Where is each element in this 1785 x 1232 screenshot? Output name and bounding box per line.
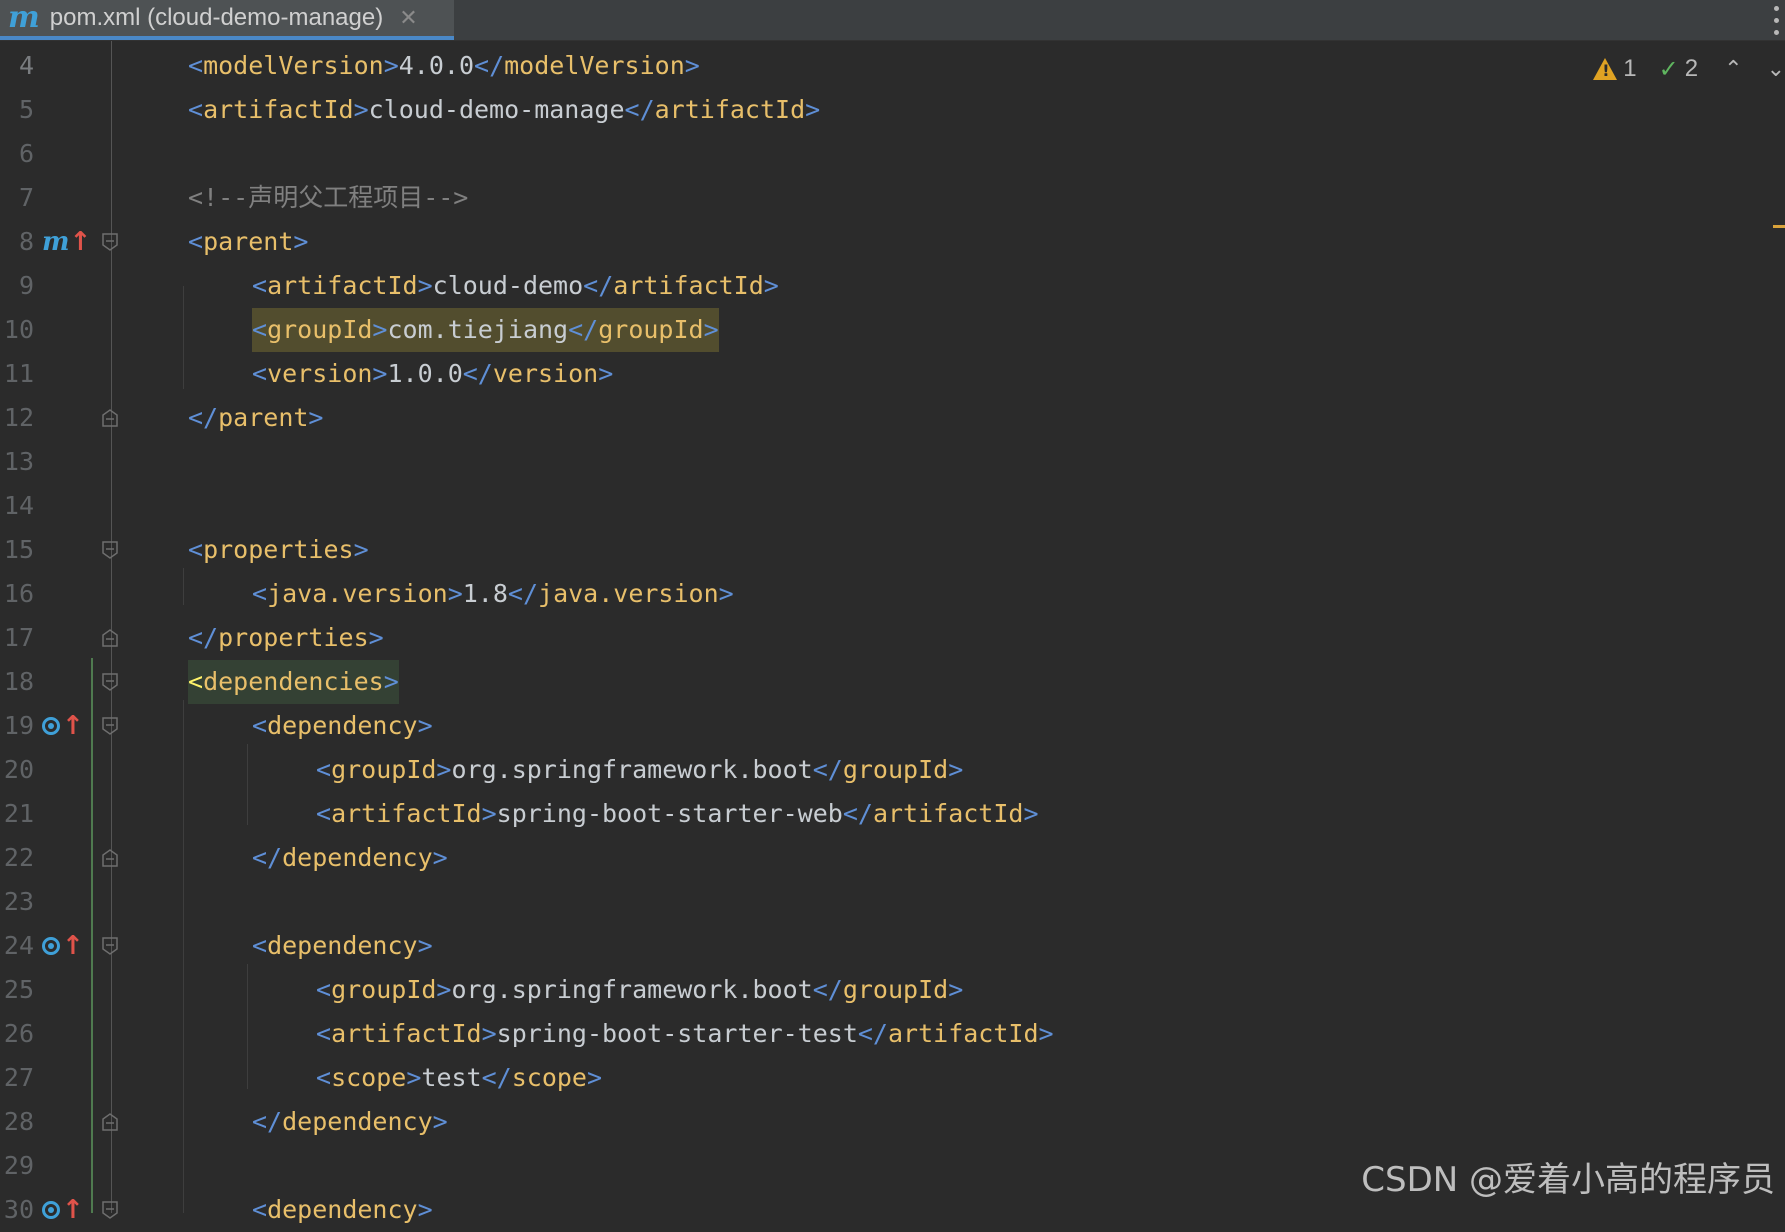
line-number: 8 (18, 227, 34, 256)
tab-pom-xml[interactable]: m pom.xml (cloud-demo-manage) ✕ (0, 0, 454, 40)
line-number: 14 (3, 491, 34, 520)
fold-collapse-icon[interactable] (102, 233, 118, 251)
line-number: 25 (3, 975, 34, 1004)
code-line[interactable]: 17 </properties> (0, 616, 1785, 660)
code-text[interactable]: <parent> (188, 220, 308, 264)
line-number: 26 (3, 1019, 34, 1048)
code-text[interactable]: <dependency> (252, 704, 433, 748)
overridden-dependency-icon[interactable]: ↑ (42, 1188, 84, 1232)
code-line[interactable]: 20 <groupId>org.springframework.boot</gr… (0, 748, 1785, 792)
code-line[interactable]: 8 m ↑ <parent> (0, 220, 1785, 264)
line-number: 4 (18, 51, 34, 80)
code-text[interactable]: <dependency> (252, 1188, 433, 1232)
highlighted-code-text[interactable]: <groupId>com.tiejiang</groupId> (252, 308, 719, 352)
close-icon[interactable]: ✕ (399, 6, 417, 31)
fold-collapse-icon[interactable] (102, 541, 118, 559)
overridden-dependency-icon[interactable]: ↑ (42, 704, 84, 748)
line-number: 5 (18, 95, 34, 124)
fold-collapse-icon[interactable] (102, 717, 118, 735)
fold-collapse-icon[interactable] (102, 937, 118, 955)
fold-end-icon[interactable] (102, 849, 118, 867)
line-number: 10 (3, 315, 34, 344)
code-line[interactable]: 28 </dependency> (0, 1100, 1785, 1144)
line-number: 13 (3, 447, 34, 476)
line-number: 11 (3, 359, 34, 388)
code-line[interactable]: 5 <artifactId>cloud-demo-manage</artifac… (0, 88, 1785, 132)
line-number: 12 (3, 403, 34, 432)
line-number: 15 (3, 535, 34, 564)
code-line[interactable]: 24 ↑ <dependency> (0, 924, 1785, 968)
line-number: 28 (3, 1107, 34, 1136)
code-line[interactable]: 23 (0, 880, 1785, 924)
fold-collapse-icon[interactable] (102, 673, 118, 691)
code-line[interactable]: 10 <groupId>com.tiejiang</groupId> (0, 308, 1785, 352)
line-number: 20 (3, 755, 34, 784)
code-line[interactable]: 22 </dependency> (0, 836, 1785, 880)
line-number: 22 (3, 843, 34, 872)
code-text[interactable]: <groupId>org.springframework.boot</group… (316, 968, 963, 1012)
code-line[interactable]: 21 <artifactId>spring-boot-starter-web</… (0, 792, 1785, 836)
navigate-parent-pom-icon[interactable]: m ↑ (42, 220, 91, 264)
code-text[interactable]: </dependency> (252, 1100, 448, 1144)
xml-comment[interactable]: <!--声明父工程项目--> (188, 176, 468, 220)
line-number: 19 (3, 711, 34, 740)
code-line[interactable]: 14 (0, 484, 1785, 528)
line-number: 16 (3, 579, 34, 608)
code-line[interactable]: 4 <modelVersion>4.0.0</modelVersion> (0, 44, 1785, 88)
code-text[interactable]: <artifactId>spring-boot-starter-web</art… (316, 792, 1039, 836)
line-number: 29 (3, 1151, 34, 1180)
code-text[interactable]: <artifactId>spring-boot-starter-test</ar… (316, 1012, 1054, 1056)
line-number: 27 (3, 1063, 34, 1092)
line-number: 6 (18, 139, 34, 168)
overridden-dependency-icon[interactable]: ↑ (42, 924, 84, 968)
code-text[interactable]: <java.version>1.8</java.version> (252, 572, 734, 616)
editor-tab-bar: m pom.xml (cloud-demo-manage) ✕ (0, 0, 1785, 41)
code-line[interactable]: 26 <artifactId>spring-boot-starter-test<… (0, 1012, 1785, 1056)
code-line[interactable]: 12 </parent> (0, 396, 1785, 440)
line-number: 21 (3, 799, 34, 828)
line-number: 18 (3, 667, 34, 696)
code-text[interactable]: <artifactId>cloud-demo-manage</artifactI… (188, 88, 820, 132)
code-line[interactable]: 11 <version>1.0.0</version> (0, 352, 1785, 396)
code-text[interactable]: </parent> (188, 396, 323, 440)
fold-collapse-icon[interactable] (102, 1201, 118, 1219)
line-number: 17 (3, 623, 34, 652)
maven-icon: m (8, 0, 40, 35)
line-number: 23 (3, 887, 34, 916)
code-line[interactable]: 9 <artifactId>cloud-demo</artifactId> (0, 264, 1785, 308)
code-line[interactable]: 7 <!--声明父工程项目--> (0, 176, 1785, 220)
fold-end-icon[interactable] (102, 629, 118, 647)
code-text[interactable]: <groupId>org.springframework.boot</group… (316, 748, 963, 792)
code-line[interactable]: 16 <java.version>1.8</java.version> (0, 572, 1785, 616)
code-text[interactable]: </dependency> (252, 836, 448, 880)
code-line[interactable]: 13 (0, 440, 1785, 484)
code-line[interactable]: 19 ↑ <dependency> (0, 704, 1785, 748)
line-number: 24 (3, 931, 34, 960)
code-line[interactable]: 15 <properties> (0, 528, 1785, 572)
tab-label: pom.xml (cloud-demo-manage) (49, 4, 384, 31)
matched-tag-highlight[interactable]: <dependencies> (188, 660, 399, 704)
code-text[interactable]: <artifactId>cloud-demo</artifactId> (252, 264, 779, 308)
code-text[interactable]: <modelVersion>4.0.0</modelVersion> (188, 44, 700, 88)
code-text[interactable]: <scope>test</scope> (316, 1056, 602, 1100)
line-number: 30 (3, 1195, 34, 1224)
code-text[interactable]: </properties> (188, 616, 384, 660)
code-text[interactable]: <properties> (188, 528, 369, 572)
more-options-icon[interactable] (1771, 2, 1781, 38)
code-line[interactable]: 18 <dependencies> (0, 660, 1785, 704)
fold-end-icon[interactable] (102, 409, 118, 427)
watermark: CSDN @爱着小高的程序员 (1361, 1160, 1775, 1200)
fold-end-icon[interactable] (102, 1113, 118, 1131)
line-number: 7 (18, 183, 34, 212)
code-line[interactable]: 25 <groupId>org.springframework.boot</gr… (0, 968, 1785, 1012)
code-line[interactable]: 27 <scope>test</scope> (0, 1056, 1785, 1100)
code-text[interactable]: <dependency> (252, 924, 433, 968)
code-line[interactable]: 6 (0, 132, 1785, 176)
line-number: 9 (18, 271, 34, 300)
code-text[interactable]: <version>1.0.0</version> (252, 352, 613, 396)
